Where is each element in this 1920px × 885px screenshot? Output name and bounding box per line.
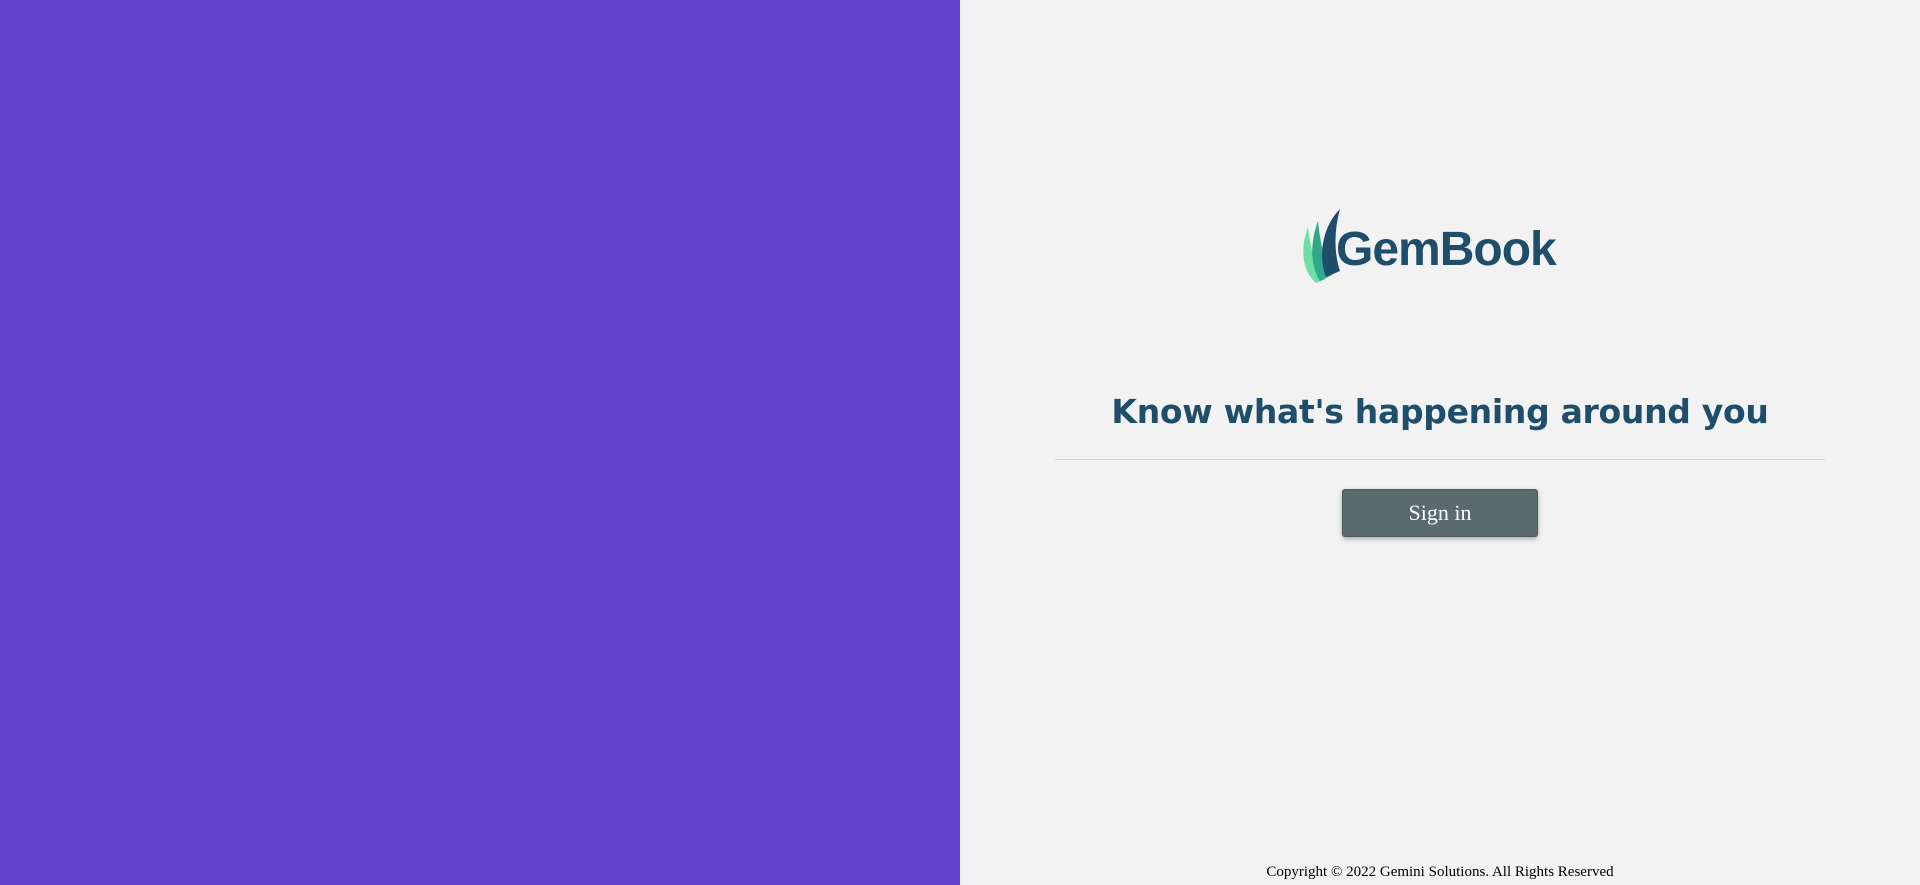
divider — [1055, 459, 1825, 460]
page-tagline: Know what's happening around you — [1111, 392, 1769, 431]
gembook-logo: GemBook — [1300, 205, 1580, 285]
sign-in-button[interactable]: Sign in — [1342, 489, 1538, 537]
login-page: GemBook Know what's happening around you… — [0, 0, 1920, 885]
copyright-text: Copyright © 2022 Gemini Solutions. All R… — [1266, 864, 1614, 880]
left-decorative-panel — [0, 0, 960, 885]
login-panel: GemBook Know what's happening around you… — [960, 0, 1920, 885]
logo-text: GemBook — [1336, 222, 1557, 276]
